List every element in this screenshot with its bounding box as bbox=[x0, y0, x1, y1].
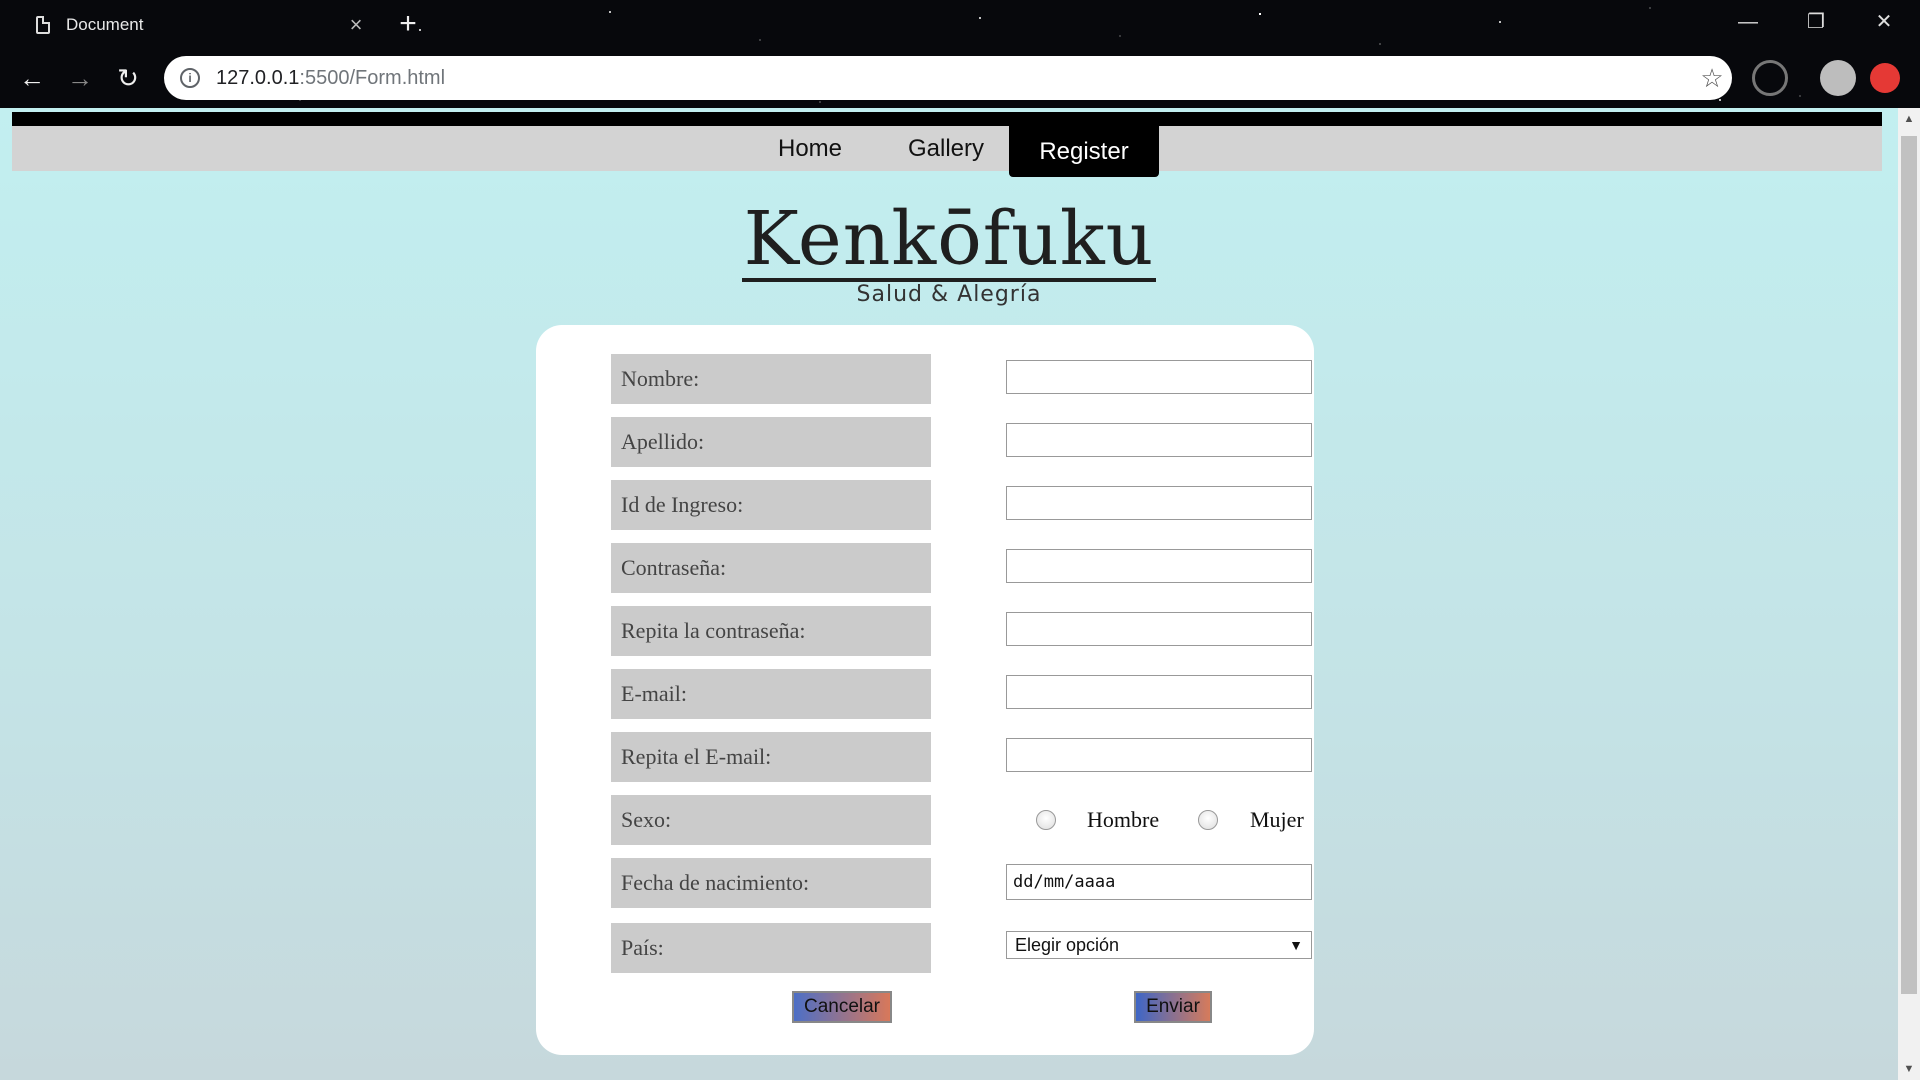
scroll-up-arrow-icon[interactable]: ▲ bbox=[1898, 108, 1920, 130]
page-scrollbar[interactable]: ▲ ▼ bbox=[1898, 108, 1920, 1080]
form-row-nombre: Nombre: bbox=[611, 354, 1312, 404]
chevron-down-icon: ▼ bbox=[1289, 937, 1303, 953]
id-ingreso-label: Id de Ingreso: bbox=[611, 480, 931, 530]
url-host: 127.0.0.1 bbox=[216, 66, 300, 89]
id-ingreso-input[interactable] bbox=[1006, 486, 1312, 520]
contrasena-input[interactable] bbox=[1006, 549, 1312, 583]
url-path: :5500/Form.html bbox=[299, 66, 446, 89]
google-extension-icon[interactable] bbox=[1752, 60, 1788, 96]
top-black-bar bbox=[12, 112, 1882, 127]
page-viewport: Home Gallery Register Kenkōfuku Salud & … bbox=[0, 108, 1898, 1080]
new-tab-button[interactable]: + bbox=[390, 6, 426, 42]
radio-hombre-label[interactable]: Hombre bbox=[1087, 807, 1159, 833]
apellido-label: Apellido: bbox=[611, 417, 931, 467]
repita-email-label: Repita el E-mail: bbox=[611, 732, 931, 782]
address-bar[interactable]: i 127.0.0.1 :5500/Form.html ☆ bbox=[164, 56, 1732, 100]
browser-chrome: Document × + — ❐ ✕ ← → ↻ i 127.0.0.1 :55… bbox=[0, 0, 1920, 108]
apellido-input[interactable] bbox=[1006, 423, 1312, 457]
bookmark-star-icon[interactable]: ☆ bbox=[1692, 63, 1732, 94]
scroll-down-arrow-icon[interactable]: ▼ bbox=[1898, 1058, 1920, 1080]
fecha-input[interactable]: dd/mm/aaaa bbox=[1006, 864, 1312, 900]
form-row-id-ingreso: Id de Ingreso: bbox=[611, 480, 1312, 530]
form-row-repita-contrasena: Repita la contraseña: bbox=[611, 606, 1312, 656]
fecha-label: Fecha de nacimiento: bbox=[611, 858, 931, 908]
minimize-button[interactable]: — bbox=[1720, 4, 1776, 40]
form-row-contrasena: Contraseña: bbox=[611, 543, 1312, 593]
close-window-button[interactable]: ✕ bbox=[1856, 4, 1912, 40]
form-row-email: E-mail: bbox=[611, 669, 1312, 719]
submit-button[interactable]: Enviar bbox=[1134, 991, 1212, 1023]
repita-contrasena-input[interactable] bbox=[1006, 612, 1312, 646]
radio-hombre[interactable] bbox=[1036, 810, 1056, 830]
nombre-label: Nombre: bbox=[611, 354, 931, 404]
contrasena-label: Contraseña: bbox=[611, 543, 931, 593]
pais-select-value: Elegir opción bbox=[1015, 934, 1120, 955]
email-input[interactable] bbox=[1006, 675, 1312, 709]
reload-button[interactable]: ↻ bbox=[110, 60, 146, 96]
cancel-button[interactable]: Cancelar bbox=[792, 991, 892, 1023]
browser-tab[interactable]: Document × bbox=[18, 6, 368, 44]
radio-mujer[interactable] bbox=[1198, 810, 1218, 830]
back-button[interactable]: ← bbox=[14, 60, 50, 96]
site-title[interactable]: Kenkōfuku bbox=[0, 196, 1898, 282]
info-icon[interactable]: i bbox=[180, 68, 200, 88]
nav-item-home[interactable]: Home bbox=[750, 126, 870, 171]
form-row-fecha: Fecha de nacimiento: dd/mm/aaaa bbox=[611, 858, 1312, 908]
form-row-repita-email: Repita el E-mail: bbox=[611, 732, 1312, 782]
tab-title: Document bbox=[66, 15, 144, 34]
pais-select[interactable]: Elegir opción ▼ bbox=[1006, 931, 1312, 959]
form-row-apellido: Apellido: bbox=[611, 417, 1312, 467]
repita-contrasena-label: Repita la contraseña: bbox=[611, 606, 931, 656]
maximize-button[interactable]: ❐ bbox=[1788, 4, 1844, 40]
radio-mujer-label[interactable]: Mujer bbox=[1250, 807, 1304, 833]
pais-label: País: bbox=[611, 923, 931, 973]
profile-avatar-icon[interactable] bbox=[1820, 60, 1856, 96]
update-icon[interactable] bbox=[1870, 63, 1900, 93]
nombre-input[interactable] bbox=[1006, 360, 1312, 394]
site-title-text[interactable]: Kenkōfuku bbox=[741, 200, 1157, 282]
form-row-pais: País: Elegir opción ▼ bbox=[611, 923, 1312, 973]
site-tagline: Salud & Alegría bbox=[856, 282, 1042, 307]
registration-form: Nombre: Apellido: Id de Ingreso: Contras… bbox=[536, 325, 1314, 1055]
nav-item-gallery[interactable]: Gallery bbox=[882, 126, 1010, 171]
form-row-sexo: Sexo: Hombre Mujer bbox=[611, 795, 1304, 845]
tab-close-icon[interactable]: × bbox=[344, 12, 368, 38]
repita-email-input[interactable] bbox=[1006, 738, 1312, 772]
scrollbar-thumb[interactable] bbox=[1901, 136, 1917, 994]
email-label: E-mail: bbox=[611, 669, 931, 719]
main-nav: Home Gallery Register bbox=[12, 126, 1882, 177]
document-icon bbox=[36, 16, 50, 34]
sexo-label: Sexo: bbox=[611, 795, 931, 845]
nav-item-register[interactable]: Register bbox=[1009, 126, 1159, 177]
form-buttons: Cancelar Enviar bbox=[611, 991, 1281, 1025]
forward-button[interactable]: → bbox=[62, 60, 98, 96]
